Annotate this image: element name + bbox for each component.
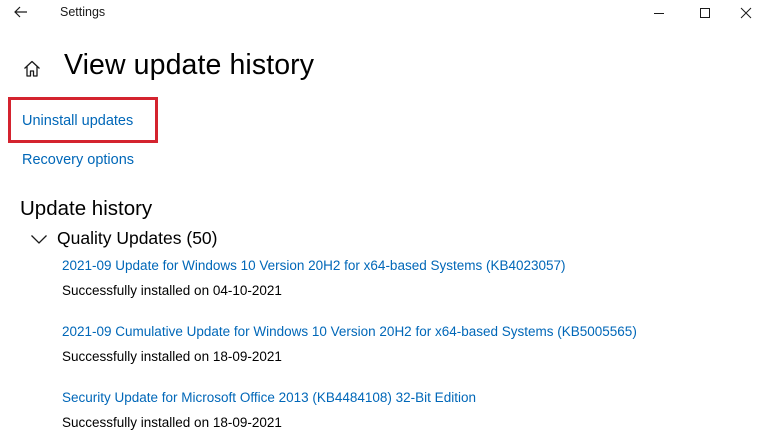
back-arrow-icon <box>14 6 27 18</box>
list-item: 2021-09 Cumulative Update for Windows 10… <box>62 324 637 364</box>
quality-updates-group-toggle[interactable]: Quality Updates (50) <box>29 228 218 249</box>
update-status: Successfully installed on 18-09-2021 <box>62 349 282 364</box>
close-button[interactable] <box>728 0 764 26</box>
uninstall-updates-link[interactable]: Uninstall updates <box>22 113 133 129</box>
home-button[interactable] <box>20 57 44 81</box>
back-button[interactable] <box>6 1 36 23</box>
home-icon <box>24 60 40 77</box>
page-title: View update history <box>64 49 315 81</box>
update-name-link[interactable]: 2021-09 Cumulative Update for Windows 10… <box>62 324 637 339</box>
maximize-icon <box>700 8 710 18</box>
minimize-icon <box>654 13 664 14</box>
list-item: 2021-09 Update for Windows 10 Version 20… <box>62 258 566 298</box>
chevron-down-icon <box>29 229 49 249</box>
recovery-options-link[interactable]: Recovery options <box>22 152 134 168</box>
window-title: Settings <box>60 5 106 19</box>
close-icon <box>740 7 752 19</box>
update-status: Successfully installed on 04-10-2021 <box>62 283 282 298</box>
minimize-button[interactable] <box>636 0 682 26</box>
title-bar: Settings <box>0 0 764 26</box>
update-status: Successfully installed on 18-09-2021 <box>62 415 282 430</box>
list-item: Security Update for Microsoft Office 201… <box>62 390 476 430</box>
maximize-button[interactable] <box>682 0 728 26</box>
update-name-link[interactable]: Security Update for Microsoft Office 201… <box>62 390 476 405</box>
quality-updates-title: Quality Updates (50) <box>57 228 218 248</box>
settings-window: Settings View update history Uninstall u… <box>0 0 764 435</box>
update-history-heading: Update history <box>20 197 153 220</box>
update-name-link[interactable]: 2021-09 Update for Windows 10 Version 20… <box>62 258 566 273</box>
